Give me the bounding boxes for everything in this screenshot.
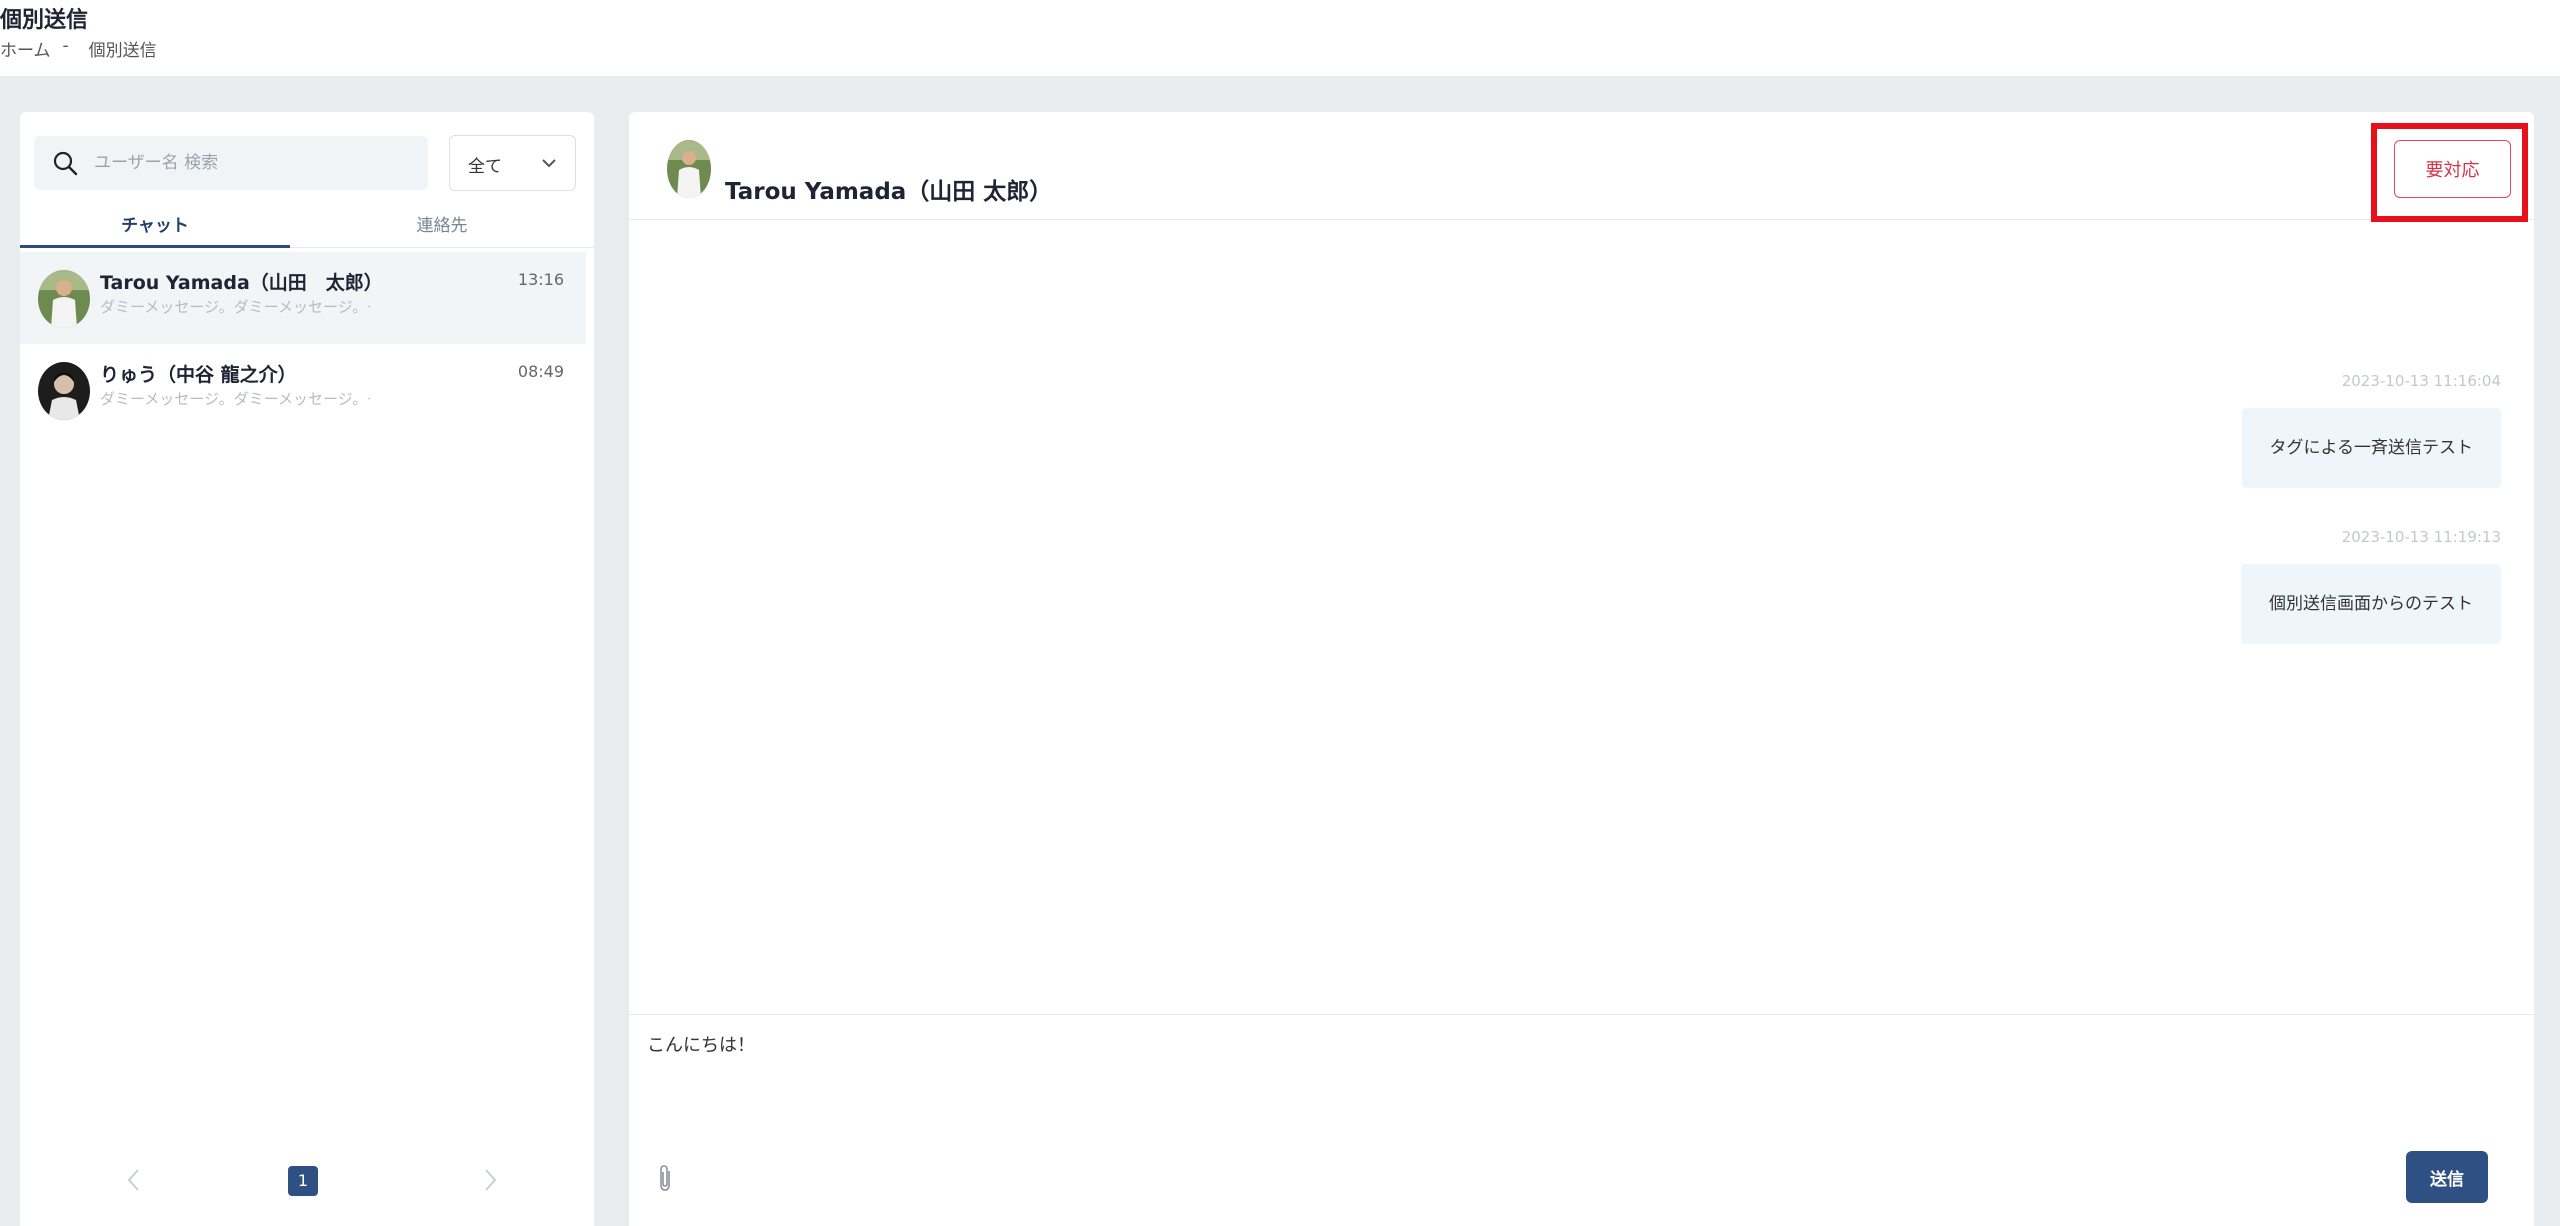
message-bubble: 個別送信画面からのテスト — [2241, 564, 2501, 644]
message-bubble: タグによる一斉送信テスト — [2241, 408, 2501, 488]
chat-tabs: チャット 連絡先 — [20, 208, 594, 248]
search-icon — [53, 151, 78, 176]
chat-preview: ダミーメッセージ。ダミーメッセージ。ダ... — [100, 390, 370, 408]
avatar — [667, 140, 711, 198]
page-header: 個別送信 ホーム - 個別送信 — [0, 0, 2560, 76]
search-input[interactable] — [94, 136, 414, 190]
filter-select[interactable]: 全て — [449, 135, 576, 191]
tab-contacts[interactable]: 連絡先 — [290, 208, 594, 248]
page-title: 個別送信 — [0, 8, 89, 33]
chat-list-item[interactable]: りゅう（中谷 龍之介） ダミーメッセージ。ダミーメッセージ。ダ... 08:49 — [20, 344, 586, 436]
pagination: 1 — [20, 1160, 594, 1200]
message-composer: こんにちは！ 送信 — [629, 1014, 2534, 1226]
conversation-panel: Tarou Yamada（山田 太郎） 要対応 2023-10-13 11:16… — [629, 112, 2534, 1226]
breadcrumb: ホーム - 個別送信 — [0, 36, 157, 61]
breadcrumb-home[interactable]: ホーム — [0, 36, 51, 61]
chat-list-item[interactable]: Tarou Yamada（山田 太郎） ダミーメッセージ。ダミーメッセージ。ダ.… — [20, 252, 586, 344]
chevron-right-icon[interactable] — [476, 1164, 504, 1196]
avatar — [38, 362, 90, 420]
chevron-down-icon — [542, 159, 556, 168]
search-box — [34, 136, 428, 190]
chevron-left-icon[interactable] — [120, 1164, 148, 1196]
avatar — [38, 270, 90, 328]
conversation-user-name: Tarou Yamada（山田 太郎） — [725, 179, 1053, 205]
paperclip-icon[interactable] — [655, 1163, 675, 1193]
chat-time: 08:49 — [517, 362, 564, 381]
send-button[interactable]: 送信 — [2406, 1151, 2488, 1203]
chat-time: 13:16 — [517, 270, 564, 289]
message-timestamp: 2023-10-13 11:19:13 — [2341, 528, 2501, 546]
filter-selected-value: 全て — [468, 157, 502, 177]
chat-preview: ダミーメッセージ。ダミーメッセージ。ダ... — [100, 298, 370, 316]
conversation-header: Tarou Yamada（山田 太郎） 要対応 — [629, 112, 2534, 222]
needs-action-button[interactable]: 要対応 — [2394, 140, 2511, 198]
chat-list: Tarou Yamada（山田 太郎） ダミーメッセージ。ダミーメッセージ。ダ.… — [20, 252, 594, 436]
page-number-button[interactable]: 1 — [288, 1166, 318, 1196]
message-timestamp: 2023-10-13 11:16:04 — [2341, 372, 2501, 390]
message-input[interactable]: こんにちは！ — [647, 1031, 2507, 1151]
chat-name: りゅう（中谷 龍之介） — [100, 364, 297, 386]
breadcrumb-separator: - — [62, 36, 69, 56]
message-list: 2023-10-13 11:16:04 タグによる一斉送信テスト 2023-10… — [629, 220, 2534, 1014]
chat-list-panel: 全て チャット 連絡先 Tarou Yamada（山田 太郎） ダミーメッセージ… — [20, 112, 594, 1226]
breadcrumb-current: 個別送信 — [88, 41, 157, 61]
chat-name: Tarou Yamada（山田 太郎） — [100, 272, 383, 294]
tab-chat[interactable]: チャット — [20, 208, 290, 248]
